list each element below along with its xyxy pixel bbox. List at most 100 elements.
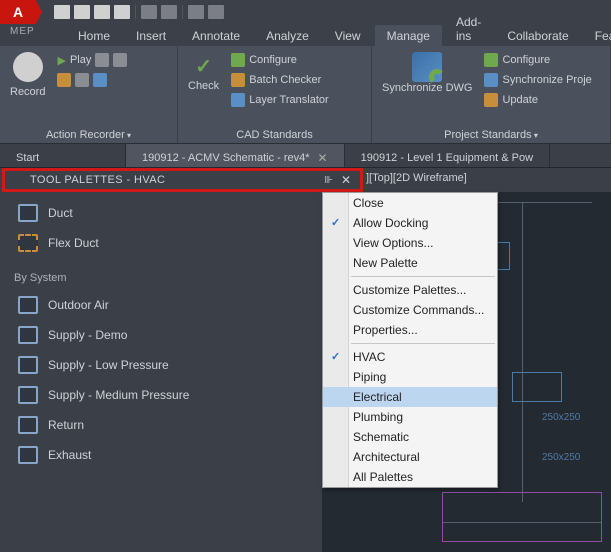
layer-translator-icon — [231, 93, 245, 107]
batch-checker-button[interactable]: Batch Checker — [227, 70, 332, 90]
ribbon-tab-home[interactable]: Home — [66, 25, 122, 46]
panel-title-project-standards[interactable]: Project Standards — [376, 127, 606, 143]
cm-item-all-palettes[interactable]: All Palettes — [323, 467, 497, 487]
duct-icon — [18, 204, 38, 222]
ribbon-tab-manage[interactable]: Manage — [375, 25, 442, 46]
app-sublabel: MEP — [10, 26, 35, 37]
layer-translator-button[interactable]: Layer Translator — [227, 90, 332, 110]
record-button[interactable]: Record — [4, 48, 51, 102]
ribbon-tab-annotate[interactable]: Annotate — [180, 25, 252, 46]
cm-item-properties[interactable]: Properties... — [323, 320, 497, 340]
qat-separator — [182, 5, 183, 19]
qat-saveas-icon[interactable] — [114, 5, 130, 19]
workspace: Duct Flex Duct By System Outdoor Air Sup… — [0, 192, 611, 552]
configure-button[interactable]: Configure — [227, 50, 332, 70]
ar-icon-2[interactable] — [75, 73, 89, 87]
cm-item-view-options[interactable]: View Options... — [323, 233, 497, 253]
palette-item-exhaust[interactable]: Exhaust — [0, 440, 322, 470]
qat-save-icon[interactable] — [94, 5, 110, 19]
duct-icon — [18, 386, 38, 404]
cm-item-hvac[interactable]: ✓HVAC — [323, 347, 497, 367]
ribbon-tab-view[interactable]: View — [323, 25, 373, 46]
qat-plot-icon[interactable] — [188, 5, 204, 19]
cm-item-customize-palettes[interactable]: Customize Palettes... — [323, 280, 497, 300]
palette-item-flex-duct[interactable]: Flex Duct — [0, 228, 322, 258]
qat-separator — [135, 5, 136, 19]
cm-item-allow-docking[interactable]: ✓ Allow Docking — [323, 213, 497, 233]
doc-tab-start[interactable]: Start — [0, 144, 126, 167]
qat-redo-icon[interactable] — [161, 5, 177, 19]
palette-item-duct[interactable]: Duct — [0, 198, 322, 228]
batch-checker-label: Batch Checker — [249, 74, 321, 86]
batch-checker-icon — [231, 73, 245, 87]
duct-icon — [18, 326, 38, 344]
duct-icon — [18, 356, 38, 374]
ribbon-tab-collaborate[interactable]: Collaborate — [495, 25, 580, 46]
configure-label: Configure — [249, 54, 297, 66]
ribbon-panel-project-standards: Synchronize DWG Configure Synchronize Pr… — [372, 46, 611, 143]
sync-project-button[interactable]: Synchronize Proje — [480, 70, 595, 90]
close-icon[interactable]: ✕ — [318, 151, 328, 165]
cm-item-new-palette[interactable]: New Palette — [323, 253, 497, 273]
viewport-label: ][Top][2D Wireframe] — [366, 172, 467, 184]
cm-item-piping[interactable]: Piping — [323, 367, 497, 387]
ar-icon-3[interactable] — [93, 73, 107, 87]
doc-tab-acmv[interactable]: 190912 - ACMV Schematic - rev4* ✕ — [126, 144, 345, 167]
dimension-label: 250x250 — [542, 412, 580, 423]
configure-ps-label: Configure — [502, 54, 550, 66]
doc-tab-label: 190912 - Level 1 Equipment & Pow — [361, 152, 533, 164]
cm-item-customize-commands[interactable]: Customize Commands... — [323, 300, 497, 320]
cm-item-plumbing[interactable]: Plumbing — [323, 407, 497, 427]
check-icon: ✓ — [190, 52, 218, 80]
update-button[interactable]: Update — [480, 90, 595, 110]
tool-palette-title: TOOL PALETTES - HVAC — [30, 174, 165, 186]
ar-icon-1[interactable] — [57, 73, 71, 87]
play-aux-icon[interactable] — [95, 53, 109, 67]
document-tabs: Start 190912 - ACMV Schematic - rev4* ✕ … — [0, 144, 611, 168]
ribbon-tab-analyze[interactable]: Analyze — [254, 25, 321, 46]
cm-item-label: Allow Docking — [353, 216, 428, 230]
check-button[interactable]: ✓ Check — [182, 48, 225, 96]
cm-item-architectural[interactable]: Architectural — [323, 447, 497, 467]
configure-ps-button[interactable]: Configure — [480, 50, 595, 70]
ribbon-tab-feat[interactable]: Feat — [583, 25, 611, 46]
palette-context-menu: Close ✓ Allow Docking View Options... New… — [322, 192, 498, 488]
doc-tab-equipment[interactable]: 190912 - Level 1 Equipment & Pow — [345, 144, 550, 167]
qat-new-icon[interactable] — [54, 5, 70, 19]
qat-dropdown-icon[interactable] — [208, 5, 224, 19]
sync-dwg-button[interactable]: Synchronize DWG — [376, 48, 478, 98]
palette-item-supply-demo[interactable]: Supply - Demo — [0, 320, 322, 350]
qat-open-icon[interactable] — [74, 5, 90, 19]
play-aux2-icon[interactable] — [113, 53, 127, 67]
record-icon — [13, 52, 43, 82]
tool-palette: Duct Flex Duct By System Outdoor Air Sup… — [0, 192, 322, 552]
cm-item-close[interactable]: Close — [323, 193, 497, 213]
ribbon: Record ▶ Play Action Recorder ✓ — [0, 46, 611, 144]
check-label: Check — [188, 80, 219, 92]
app-logo: A — [0, 0, 36, 24]
qat-undo-icon[interactable] — [141, 5, 157, 19]
palette-item-supply-medium[interactable]: Supply - Medium Pressure — [0, 380, 322, 410]
palette-pin-icon[interactable]: ⊪ — [324, 175, 333, 186]
palette-item-supply-low[interactable]: Supply - Low Pressure — [0, 350, 322, 380]
update-icon — [484, 93, 498, 107]
check-icon: ✓ — [331, 350, 340, 363]
record-label: Record — [10, 86, 45, 98]
palette-item-outdoor-air[interactable]: Outdoor Air — [0, 290, 322, 320]
flex-duct-icon — [18, 234, 38, 252]
cm-item-electrical[interactable]: Electrical — [323, 387, 497, 407]
tool-palette-titlebar[interactable]: TOOL PALETTES - HVAC ⊪ ✕ ][Top][2D Wiref… — [0, 168, 611, 192]
panel-title-cad-standards[interactable]: CAD Standards — [182, 127, 367, 143]
palette-item-return[interactable]: Return — [0, 410, 322, 440]
play-button[interactable]: ▶ Play — [53, 50, 131, 70]
panel-title-action-recorder[interactable]: Action Recorder — [4, 127, 173, 143]
ribbon-tab-addins[interactable]: Add-ins — [444, 11, 493, 46]
duct-icon — [18, 296, 38, 314]
play-label: Play — [70, 54, 91, 66]
palette-close-icon[interactable]: ✕ — [341, 173, 351, 187]
layer-translator-label: Layer Translator — [249, 94, 328, 106]
ribbon-tab-insert[interactable]: Insert — [124, 25, 178, 46]
cm-item-schematic[interactable]: Schematic — [323, 427, 497, 447]
check-icon: ✓ — [331, 216, 340, 229]
dimension-label: 250x250 — [542, 452, 580, 463]
